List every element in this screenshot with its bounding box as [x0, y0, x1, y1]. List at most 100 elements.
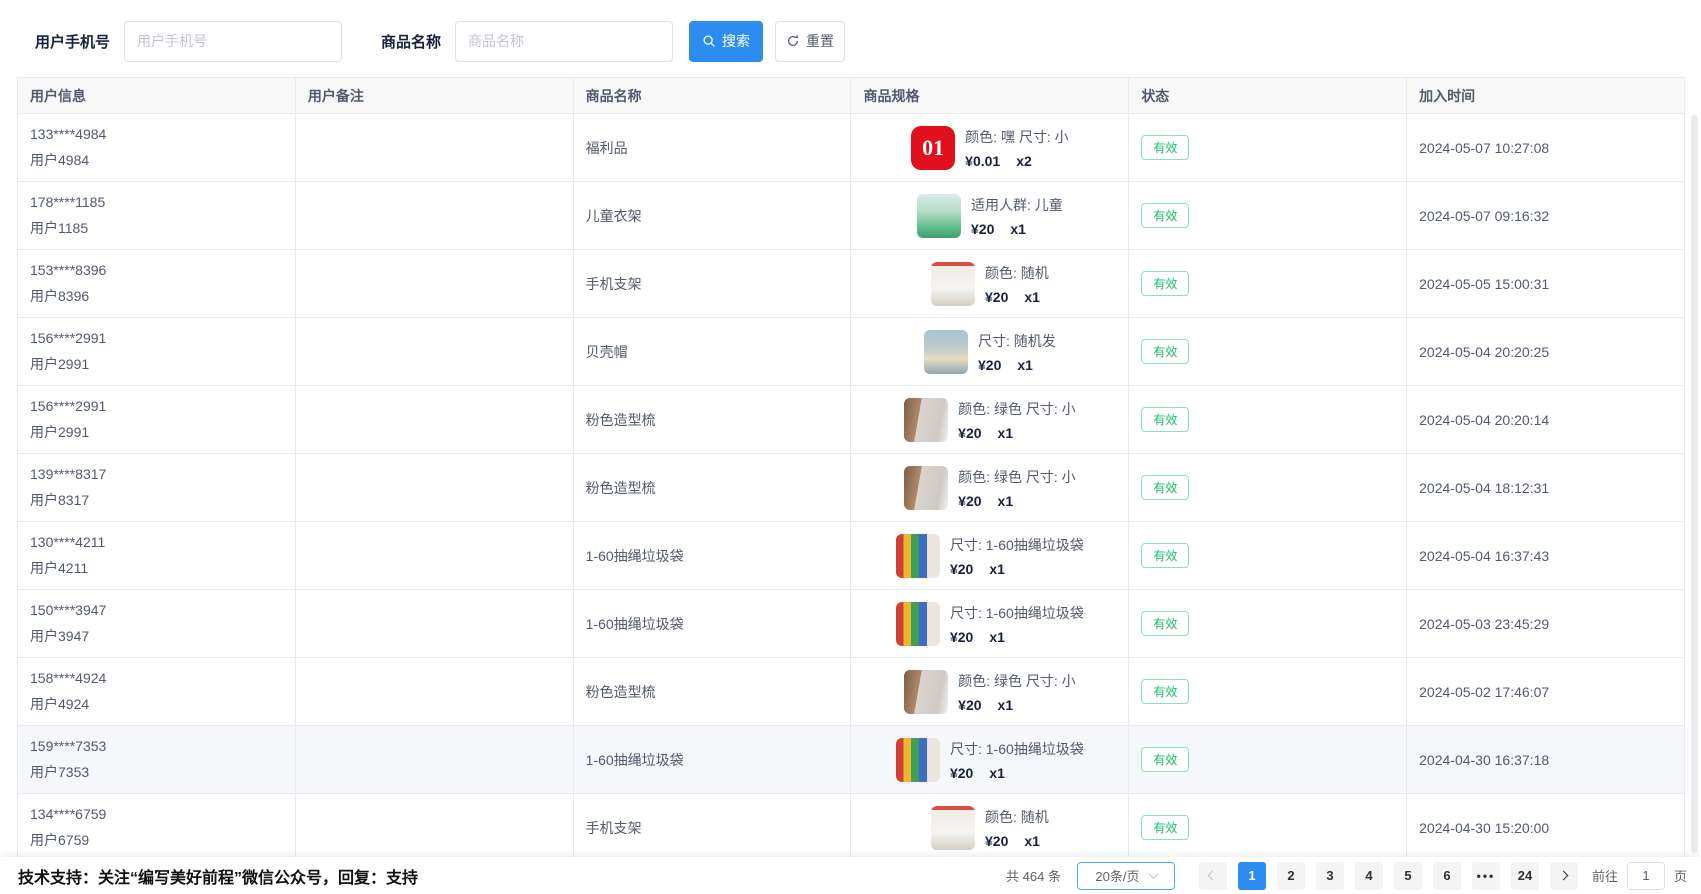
data-table: 用户信息 用户备注 商品名称 商品规格 状态 加入时间 133****4984 …	[17, 77, 1685, 857]
user-phone: 130****4211	[30, 534, 283, 550]
user-info-cell: 156****2991 用户2991	[18, 386, 296, 454]
user-info-cell: 156****2991 用户2991	[18, 318, 296, 386]
product-spec-cell: 尺寸: 1-60抽绳垃圾袋 ¥20 x1	[851, 522, 1129, 590]
price: ¥20	[978, 357, 1001, 373]
phone-input[interactable]	[124, 21, 342, 62]
spec-text: 颜色: 绿色 尺寸: 小	[958, 671, 1075, 691]
prev-page-button[interactable]	[1199, 862, 1227, 890]
user-phone: 156****2991	[30, 398, 283, 414]
join-time-cell: 2024-04-30 15:20:00	[1407, 794, 1684, 857]
page-button-3[interactable]: 3	[1316, 862, 1344, 890]
quantity: x1	[989, 561, 1005, 577]
spec-text: 适用人群: 儿童	[971, 195, 1063, 215]
status-badge: 有效	[1141, 475, 1189, 500]
quantity: x2	[1016, 153, 1032, 169]
goto-page: 前往 页	[1592, 862, 1687, 890]
page-size-select[interactable]: 20条/页	[1077, 862, 1175, 890]
table-row: 178****1185 用户1185 儿童衣架 适用人群: 儿童 ¥20 x1 …	[18, 182, 1684, 250]
join-time-cell: 2024-05-04 16:37:43	[1407, 522, 1684, 590]
quantity: x1	[1017, 357, 1033, 373]
join-time-cell: 2024-05-04 20:20:25	[1407, 318, 1684, 386]
search-button[interactable]: 搜索	[689, 21, 763, 62]
product-image	[917, 194, 961, 238]
price: ¥20	[985, 833, 1008, 849]
status-badge: 有效	[1141, 815, 1189, 840]
spec-text: 颜色: 随机	[985, 807, 1049, 827]
footer-bar: 技术支持：关注“编写美好前程”微信公众号，回复：支持 共 464 条 20条/页…	[0, 857, 1701, 894]
status-badge: 有效	[1141, 271, 1189, 296]
join-time-cell: 2024-05-05 15:00:31	[1407, 250, 1684, 318]
header-cell-product-spec: 商品规格	[851, 78, 1129, 114]
page-button-5[interactable]: 5	[1394, 862, 1422, 890]
status-cell: 有效	[1129, 386, 1407, 454]
page-button-2[interactable]: 2	[1277, 862, 1305, 890]
goto-input[interactable]	[1627, 862, 1665, 890]
user-nickname: 用户2991	[30, 422, 283, 442]
page-size-value: 20条/页	[1095, 866, 1139, 885]
join-time-cell: 2024-05-03 23:45:29	[1407, 590, 1684, 658]
table-row: 156****2991 用户2991 粉色造型梳 颜色: 绿色 尺寸: 小 ¥2…	[18, 386, 1684, 454]
table-row: 139****8317 用户8317 粉色造型梳 颜色: 绿色 尺寸: 小 ¥2…	[18, 454, 1684, 522]
status-cell: 有效	[1129, 522, 1407, 590]
product-image	[904, 398, 948, 442]
table-row: 158****4924 用户4924 粉色造型梳 颜色: 绿色 尺寸: 小 ¥2…	[18, 658, 1684, 726]
product-image	[904, 670, 948, 714]
product-name-cell: 粉色造型梳	[574, 386, 852, 454]
vertical-scrollbar[interactable]	[1691, 115, 1698, 853]
join-time-cell: 2024-04-30 16:37:18	[1407, 726, 1684, 794]
pagination: 共 464 条 20条/页 123456•••24 前往 页	[1006, 862, 1687, 890]
chevron-left-icon	[1208, 871, 1218, 881]
price: ¥20	[950, 765, 973, 781]
status-cell: 有效	[1129, 454, 1407, 522]
status-badge: 有效	[1141, 203, 1189, 228]
table-row: 159****7353 用户7353 1-60抽绳垃圾袋 尺寸: 1-60抽绳垃…	[18, 726, 1684, 794]
reset-button[interactable]: 重置	[775, 21, 845, 62]
user-phone: 134****6759	[30, 806, 283, 822]
table-header: 用户信息 用户备注 商品名称 商品规格 状态 加入时间	[18, 78, 1684, 114]
spec-text: 颜色: 绿色 尺寸: 小	[958, 399, 1075, 419]
product-image	[896, 602, 940, 646]
user-phone: 153****8396	[30, 262, 283, 278]
table-body: 133****4984 用户4984 福利品 01 颜色: 嘿 尺寸: 小 ¥0…	[18, 114, 1684, 857]
price: ¥20	[958, 425, 981, 441]
quantity: x1	[1024, 833, 1040, 849]
user-phone: 158****4924	[30, 670, 283, 686]
user-nickname: 用户3947	[30, 626, 283, 646]
product-spec-cell: 颜色: 随机 ¥20 x1	[851, 250, 1129, 318]
quantity: x1	[998, 697, 1014, 713]
status-cell: 有效	[1129, 794, 1407, 857]
next-page-button[interactable]	[1550, 862, 1578, 890]
reset-button-label: 重置	[806, 31, 834, 51]
status-cell: 有效	[1129, 590, 1407, 658]
chevron-right-icon	[1559, 871, 1569, 881]
header-cell-join-time: 加入时间	[1407, 78, 1684, 114]
user-phone: 133****4984	[30, 126, 283, 142]
product-name-cell: 手机支架	[574, 250, 852, 318]
page-button-24[interactable]: 24	[1511, 862, 1539, 890]
product-label: 商品名称	[381, 31, 441, 52]
user-remark-cell	[296, 590, 574, 658]
page-button-4[interactable]: 4	[1355, 862, 1383, 890]
status-badge: 有效	[1141, 407, 1189, 432]
table-row: 130****4211 用户4211 1-60抽绳垃圾袋 尺寸: 1-60抽绳垃…	[18, 522, 1684, 590]
ellipsis-page-button[interactable]: •••	[1472, 862, 1500, 890]
status-badge: 有效	[1141, 543, 1189, 568]
product-input[interactable]	[455, 21, 673, 62]
spec-text: 颜色: 绿色 尺寸: 小	[958, 467, 1075, 487]
status-cell: 有效	[1129, 250, 1407, 318]
spec-text: 尺寸: 1-60抽绳垃圾袋	[950, 603, 1084, 623]
phone-label: 用户手机号	[35, 31, 110, 52]
join-time-cell: 2024-05-04 20:20:14	[1407, 386, 1684, 454]
page-button-6[interactable]: 6	[1433, 862, 1461, 890]
user-remark-cell	[296, 250, 574, 318]
user-nickname: 用户8317	[30, 490, 283, 510]
page-button-1[interactable]: 1	[1238, 862, 1266, 890]
table-row: 153****8396 用户8396 手机支架 颜色: 随机 ¥20 x1 有效…	[18, 250, 1684, 318]
user-info-cell: 133****4984 用户4984	[18, 114, 296, 182]
user-remark-cell	[296, 182, 574, 250]
search-button-label: 搜索	[722, 31, 750, 51]
product-name-cell: 1-60抽绳垃圾袋	[574, 590, 852, 658]
status-badge: 有效	[1141, 339, 1189, 364]
header-cell-user-info: 用户信息	[18, 78, 296, 114]
quantity: x1	[989, 629, 1005, 645]
